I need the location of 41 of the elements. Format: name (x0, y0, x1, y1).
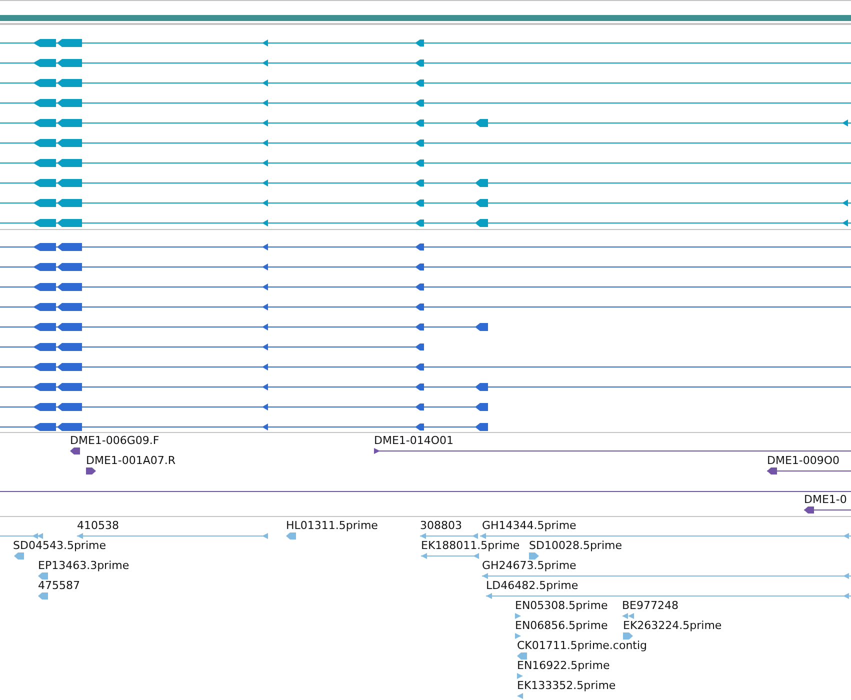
feature-label: SD04543.5prime (13, 539, 106, 552)
feature-label: GH24673.5prime (482, 559, 576, 572)
est-drawing (0, 532, 43, 540)
feature-label: DME1-0 (804, 493, 847, 506)
est-drawing (517, 652, 527, 660)
feature-label: CK01711.5prime.contig (517, 639, 648, 652)
bac-end-drawing (804, 506, 851, 514)
est-drawing (420, 532, 478, 540)
feature-label: 475587 (38, 579, 80, 592)
est-drawing (38, 592, 48, 600)
feature-label: EK133352.5prime (517, 679, 616, 692)
feature-label: DME1-001A07.R (86, 454, 176, 467)
est-drawing (14, 552, 24, 560)
est-drawing (421, 552, 479, 560)
est-drawing (622, 612, 634, 620)
feature-label: 410538 (77, 519, 119, 532)
est-drawing (517, 672, 523, 680)
feature-label: EP13463.3prime (38, 559, 130, 572)
est-drawing (515, 612, 521, 620)
bac-end-drawing (70, 447, 80, 455)
feature-label: EN06856.5prime (515, 619, 608, 632)
feature-label: DME1-009O0 (767, 454, 840, 467)
feature-label: BE977248 (622, 599, 678, 612)
bac-end-drawing (86, 467, 96, 475)
feature-label: 308803 (420, 519, 462, 532)
est-drawing (529, 552, 539, 560)
est-drawing (38, 572, 48, 580)
est-drawing (286, 532, 296, 540)
feature-label: EN16922.5prime (517, 659, 610, 672)
est-drawing (515, 632, 521, 640)
feature-label: EN05308.5prime (515, 599, 608, 612)
feature-label: SD10028.5prime (529, 539, 622, 552)
feature-label: EK263224.5prime (623, 619, 722, 632)
est-drawing (517, 692, 523, 700)
feature-label: DME1-014O01 (374, 434, 454, 447)
feature-label: LD46482.5prime (486, 579, 578, 592)
est-drawing (623, 632, 633, 640)
feature-label: HL01311.5prime (286, 519, 378, 532)
feature-label: EK188011.5prime (421, 539, 520, 552)
feature-label: DME1-006G09.F (70, 434, 160, 447)
feature-label: GH14344.5prime (482, 519, 576, 532)
